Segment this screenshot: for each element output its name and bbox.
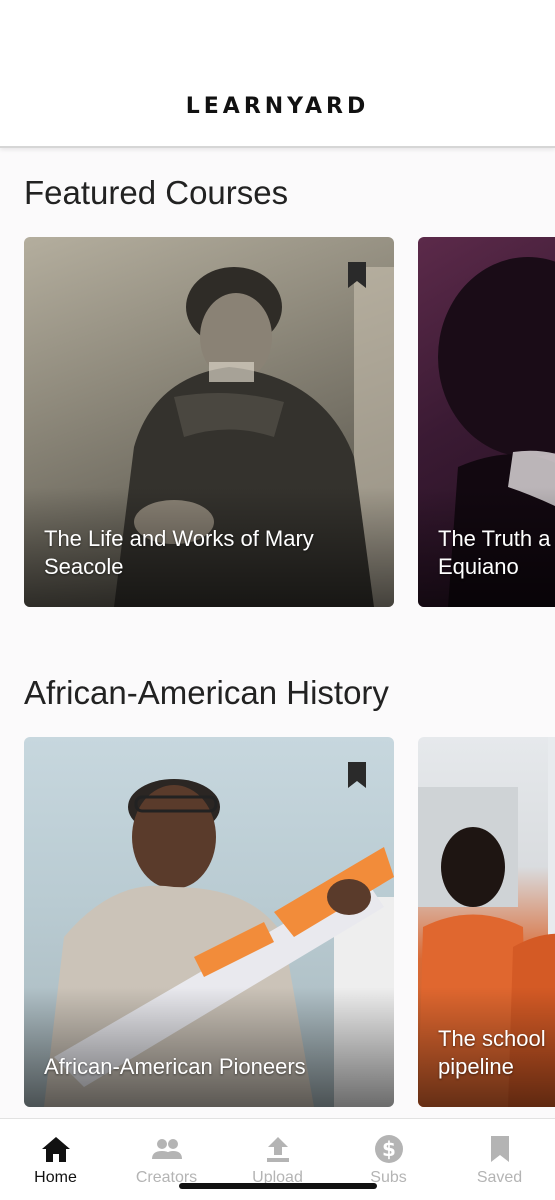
course-title-line2: Equiano <box>438 554 519 579</box>
home-indicator[interactable] <box>179 1183 377 1189</box>
course-card-african-american-pioneers[interactable]: African-American Pioneers <box>24 737 394 1107</box>
course-title-line1: The Truth a <box>438 526 551 551</box>
dollar-icon: $ <box>375 1135 403 1163</box>
course-title: African-American Pioneers <box>44 1054 306 1079</box>
app-logo: LEARNYARD <box>185 94 370 119</box>
tab-label: Saved <box>476 1169 523 1186</box>
people-icon <box>152 1139 182 1159</box>
course-card-mary-seacole[interactable]: The Life and Works of Mary Seacole <box>24 237 394 607</box>
app-screen: LEARNYARD Featured Courses The Life and … <box>0 0 555 1200</box>
bookmark-icon[interactable] <box>346 261 368 289</box>
bookmark-icon <box>491 1136 509 1162</box>
upload-icon <box>267 1137 289 1162</box>
course-title: The Life and Works of Mary Seacole <box>44 526 314 579</box>
section-title-african-american-history: African-American History <box>24 674 389 711</box>
course-card-equiano[interactable]: The Truth a Equiano <box>418 237 555 607</box>
course-title-line1: The school <box>438 1026 546 1051</box>
course-title: The school pipeline <box>438 1025 546 1081</box>
course-card-school-pipeline[interactable]: The school pipeline <box>418 737 555 1107</box>
tab-label: Home <box>34 1169 77 1186</box>
tab-saved[interactable]: Saved <box>444 1119 555 1200</box>
course-title: The Truth a Equiano <box>438 525 551 581</box>
svg-text:$: $ <box>382 1137 396 1161</box>
home-icon <box>42 1137 70 1162</box>
bookmark-icon[interactable] <box>346 761 368 789</box>
app-header: LEARNYARD <box>0 0 555 148</box>
tab-home[interactable]: Home <box>0 1119 111 1200</box>
card-shade <box>24 987 394 1107</box>
course-title-line2: pipeline <box>438 1054 514 1079</box>
section-title-featured: Featured Courses <box>24 174 289 211</box>
